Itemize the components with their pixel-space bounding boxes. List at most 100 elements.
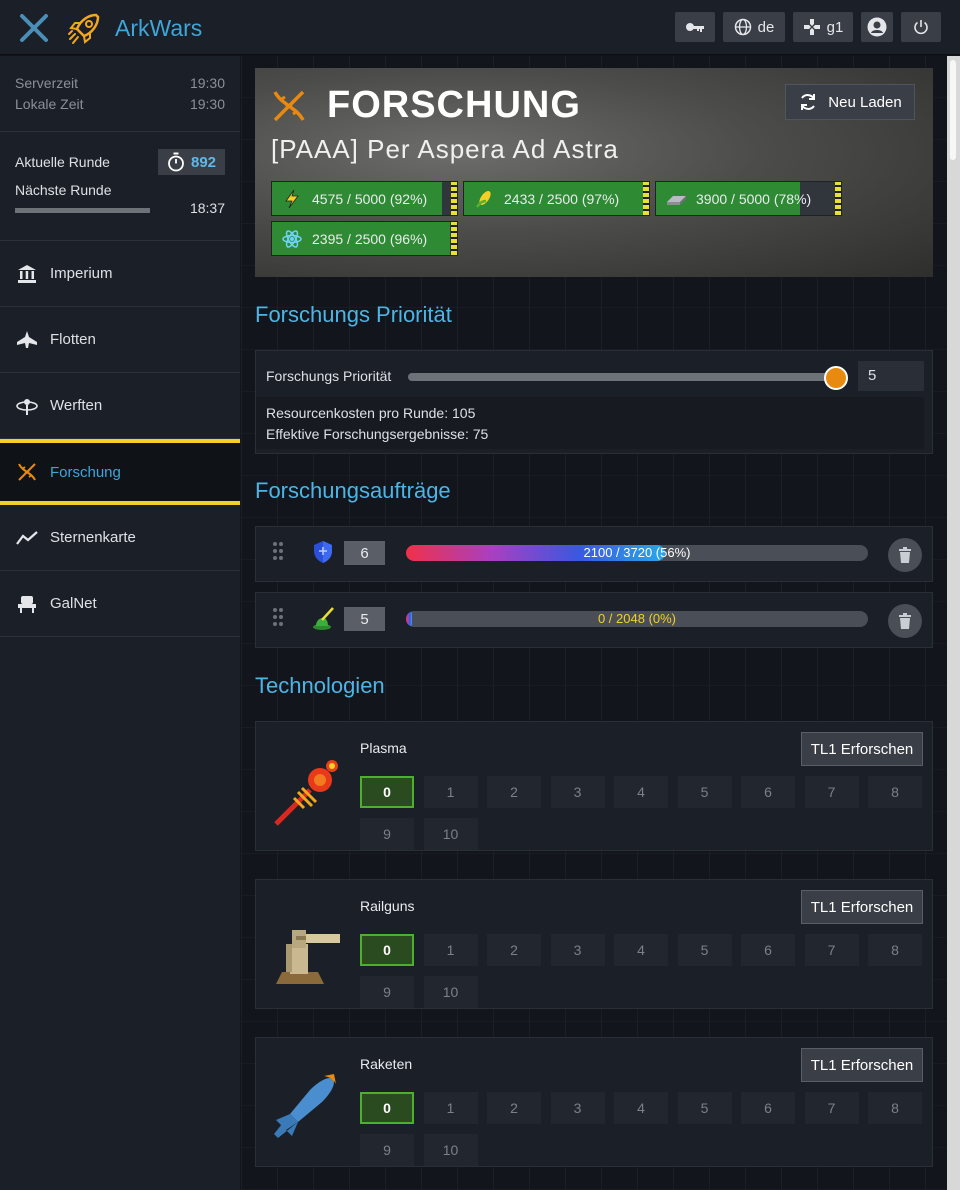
resource-text: 4575 / 5000 (92%) [312, 190, 428, 207]
tech-level-0[interactable]: 0 [360, 776, 414, 808]
research-tech-button[interactable]: TL1 Erforschen [801, 1048, 923, 1082]
nav-werften[interactable]: Werften [0, 373, 240, 439]
resource-ticks [643, 182, 649, 215]
slider-handle[interactable] [824, 366, 848, 390]
order-progress: 2100 / 3720 (56%) [406, 545, 868, 561]
reload-button[interactable]: Neu Laden [785, 84, 915, 120]
local-time-label: Lokale Zeit [15, 96, 84, 112]
tech-level-8[interactable]: 8 [868, 776, 922, 808]
nav-sternenkarte[interactable]: Sternenkarte [0, 505, 240, 571]
nav-imperium[interactable]: Imperium [0, 241, 240, 307]
delete-order-button[interactable] [888, 538, 922, 572]
resource-text: 2433 / 2500 (97%) [504, 190, 620, 207]
refresh-icon [801, 94, 816, 110]
research-tech-button[interactable]: TL1 Erforschen [801, 732, 923, 766]
tech-level-5[interactable]: 5 [677, 776, 732, 808]
tech-level-6[interactable]: 6 [741, 1092, 795, 1124]
resource-cost-text: Resourcenkosten pro Runde: 105 [266, 405, 476, 421]
scrollbar-track[interactable] [947, 56, 960, 1190]
priority-section-title: Forschungs Priorität [255, 302, 452, 327]
progress-text: 2100 / 3720 (56%) [583, 545, 691, 560]
resource-text: 3900 / 5000 (78%) [696, 190, 812, 207]
tech-level-4[interactable]: 4 [614, 1092, 668, 1124]
next-round-label: Nächste Runde [15, 182, 112, 198]
tech-level-9[interactable]: 9 [360, 818, 414, 850]
profile-button[interactable] [861, 12, 893, 42]
tech-level-8[interactable]: 8 [868, 1092, 922, 1124]
drag-handle-icon[interactable] [270, 541, 286, 561]
tech-level-2[interactable]: 2 [487, 1092, 541, 1124]
app-name[interactable]: ArkWars [115, 15, 202, 42]
reload-label: Neu Laden [828, 93, 902, 111]
seat-icon [16, 593, 38, 615]
drag-handle-icon[interactable] [270, 607, 286, 627]
resource-ticks [451, 222, 457, 255]
scrollbar-thumb[interactable] [950, 60, 956, 160]
priority-value-input[interactable]: 5 [858, 361, 924, 391]
language-button[interactable]: de [723, 12, 785, 42]
key-icon [686, 23, 704, 32]
tech-level-4[interactable]: 4 [614, 934, 668, 966]
nav-label: Imperium [50, 265, 113, 282]
resource-ticks [835, 182, 841, 215]
key-button[interactable] [675, 12, 715, 42]
tech-level-5[interactable]: 5 [677, 934, 732, 966]
order-count[interactable]: 5 [344, 607, 385, 631]
nav-label: GalNet [50, 595, 97, 612]
tech-level-2[interactable]: 2 [487, 934, 541, 966]
galaxy-button[interactable]: g1 [793, 12, 853, 42]
power-icon [914, 20, 928, 35]
stopwatch-icon [168, 152, 184, 172]
tech-level-0[interactable]: 0 [360, 1092, 414, 1124]
tech-card-railguns: Railguns TL1 Erforschen 0 1 2 3 4 5 6 7 8 9 10 [255, 879, 933, 1009]
tech-level-10[interactable]: 10 [423, 976, 478, 1008]
tech-level-6[interactable]: 6 [741, 934, 795, 966]
bank-icon [16, 263, 38, 285]
delete-order-button[interactable] [888, 604, 922, 638]
progress-text: 0 / 2048 (0%) [597, 611, 677, 626]
nav-galnet[interactable]: GalNet [0, 571, 240, 637]
top-bar: ArkWars de g1 [0, 0, 960, 55]
nav-label: Sternenkarte [50, 529, 136, 546]
research-tech-button[interactable]: TL1 Erforschen [801, 890, 923, 924]
page-title: FORSCHUNG [327, 84, 581, 126]
order-count[interactable]: 6 [344, 541, 385, 565]
priority-label: Forschungs Priorität [266, 368, 392, 384]
tech-level-1[interactable]: 1 [423, 1092, 478, 1124]
tech-level-10[interactable]: 10 [423, 1134, 478, 1166]
trash-icon [899, 613, 911, 629]
tech-level-5[interactable]: 5 [677, 1092, 732, 1124]
priority-slider[interactable] [408, 366, 848, 390]
time-section: Serverzeit 19:30 Lokale Zeit 19:30 [0, 56, 240, 132]
atom-icon [272, 229, 312, 249]
trash-icon [899, 547, 911, 563]
server-time-label: Serverzeit [15, 75, 79, 91]
tech-level-1[interactable]: 1 [423, 934, 478, 966]
nav-forschung[interactable]: Forschung [0, 439, 240, 505]
tech-level-9[interactable]: 9 [360, 976, 414, 1008]
tech-level-6[interactable]: 6 [741, 776, 795, 808]
round-badge: 892 [158, 149, 225, 175]
nav-label: Flotten [50, 331, 96, 348]
tech-level-8[interactable]: 8 [868, 934, 922, 966]
logout-button[interactable] [901, 12, 941, 42]
tech-level-0[interactable]: 0 [360, 934, 414, 966]
effective-research-text: Effektive Forschungsergebnisse: 75 [266, 426, 489, 442]
orders-section-title: Forschungsaufträge [255, 478, 451, 503]
tech-level-1[interactable]: 1 [423, 776, 478, 808]
resource-ticks [451, 182, 457, 215]
tech-level-3[interactable]: 3 [550, 934, 605, 966]
tech-level-4[interactable]: 4 [614, 776, 668, 808]
resource-energy: 4575 / 5000 (92%) [271, 181, 458, 216]
tech-level-7[interactable]: 7 [804, 776, 859, 808]
tech-level-7[interactable]: 7 [804, 1092, 859, 1124]
nav-flotten[interactable]: Flotten [0, 307, 240, 373]
turret-icon [313, 607, 334, 630]
close-icon[interactable] [18, 12, 50, 44]
tech-level-9[interactable]: 9 [360, 1134, 414, 1166]
tech-level-3[interactable]: 3 [550, 1092, 605, 1124]
tech-level-7[interactable]: 7 [804, 934, 859, 966]
tech-level-3[interactable]: 3 [550, 776, 605, 808]
tech-level-2[interactable]: 2 [487, 776, 541, 808]
tech-level-10[interactable]: 10 [423, 818, 478, 850]
